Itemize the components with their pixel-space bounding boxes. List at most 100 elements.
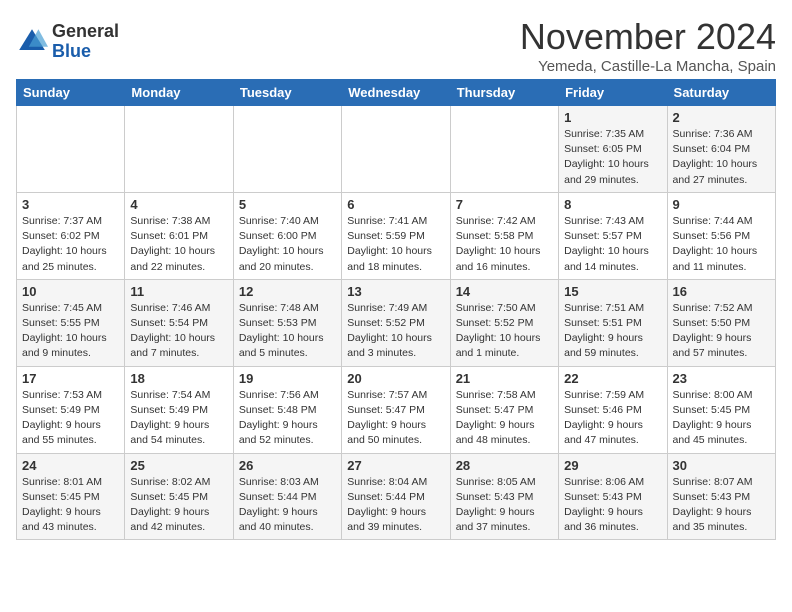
day-info: Sunrise: 8:02 AMSunset: 5:45 PMDaylight:…: [130, 475, 227, 536]
day-info: Sunrise: 7:57 AMSunset: 5:47 PMDaylight:…: [347, 388, 444, 449]
day-info: Sunrise: 8:00 AMSunset: 5:45 PMDaylight:…: [673, 388, 770, 449]
calendar-day-cell: 4 Sunrise: 7:38 AMSunset: 6:01 PMDaylight…: [125, 192, 233, 279]
calendar-day-cell: 11 Sunrise: 7:46 AMSunset: 5:54 PMDayligh…: [125, 279, 233, 366]
calendar-day-cell: 26 Sunrise: 8:03 AMSunset: 5:44 PMDayligh…: [233, 453, 341, 540]
calendar-day-cell: [17, 106, 125, 193]
day-number: 5: [239, 197, 336, 212]
day-number: 27: [347, 458, 444, 473]
day-info: Sunrise: 7:56 AMSunset: 5:48 PMDaylight:…: [239, 388, 336, 449]
calendar-day-cell: [450, 106, 558, 193]
calendar-day-cell: 30Sunrise: 8:07 AMSunset: 5:43 PMDayligh…: [667, 453, 775, 540]
location-subtitle: Yemeda, Castille-La Mancha, Spain: [520, 58, 776, 75]
calendar-day-cell: 15 Sunrise: 7:51 AMSunset: 5:51 PMDayligh…: [559, 279, 667, 366]
day-number: 4: [130, 197, 227, 212]
day-number: 18: [130, 371, 227, 386]
calendar-table: SundayMondayTuesdayWednesdayThursdayFrid…: [16, 79, 776, 540]
day-info: Sunrise: 8:01 AMSunset: 5:45 PMDaylight:…: [22, 475, 119, 536]
calendar-day-cell: 17 Sunrise: 7:53 AMSunset: 5:49 PMDayligh…: [17, 366, 125, 453]
day-number: 8: [564, 197, 661, 212]
calendar-day-cell: 8 Sunrise: 7:43 AMSunset: 5:57 PMDaylight…: [559, 192, 667, 279]
day-number: 2: [673, 110, 770, 125]
day-number: 7: [456, 197, 553, 212]
calendar-week-row: 3 Sunrise: 7:37 AMSunset: 6:02 PMDaylight…: [17, 192, 776, 279]
calendar-day-cell: 7 Sunrise: 7:42 AMSunset: 5:58 PMDaylight…: [450, 192, 558, 279]
day-number: 13: [347, 284, 444, 299]
calendar-day-cell: 27 Sunrise: 8:04 AMSunset: 5:44 PMDayligh…: [342, 453, 450, 540]
calendar-day-cell: 14 Sunrise: 7:50 AMSunset: 5:52 PMDayligh…: [450, 279, 558, 366]
calendar-day-cell: [342, 106, 450, 193]
day-number: 10: [22, 284, 119, 299]
day-number: 20: [347, 371, 444, 386]
day-info: Sunrise: 7:42 AMSunset: 5:58 PMDaylight:…: [456, 214, 553, 275]
day-number: 26: [239, 458, 336, 473]
weekday-header: Saturday: [667, 80, 775, 106]
calendar-day-cell: 13Sunrise: 7:49 AMSunset: 5:52 PMDayligh…: [342, 279, 450, 366]
day-info: Sunrise: 7:35 AMSunset: 6:05 PMDaylight:…: [564, 127, 661, 188]
day-info: Sunrise: 7:40 AMSunset: 6:00 PMDaylight:…: [239, 214, 336, 275]
day-info: Sunrise: 7:36 AMSunset: 6:04 PMDaylight:…: [673, 127, 770, 188]
day-info: Sunrise: 8:05 AMSunset: 5:43 PMDaylight:…: [456, 475, 553, 536]
calendar-day-cell: 18Sunrise: 7:54 AMSunset: 5:49 PMDayligh…: [125, 366, 233, 453]
calendar-day-cell: 19Sunrise: 7:56 AMSunset: 5:48 PMDayligh…: [233, 366, 341, 453]
month-title: November 2024: [520, 16, 776, 58]
day-number: 15: [564, 284, 661, 299]
weekday-header: Wednesday: [342, 80, 450, 106]
day-info: Sunrise: 7:46 AMSunset: 5:54 PMDaylight:…: [130, 301, 227, 362]
calendar-day-cell: 25Sunrise: 8:02 AMSunset: 5:45 PMDayligh…: [125, 453, 233, 540]
weekday-header: Thursday: [450, 80, 558, 106]
day-number: 12: [239, 284, 336, 299]
calendar-day-cell: 23 Sunrise: 8:00 AMSunset: 5:45 PMDayligh…: [667, 366, 775, 453]
calendar-day-cell: 28 Sunrise: 8:05 AMSunset: 5:43 PMDayligh…: [450, 453, 558, 540]
day-number: 30: [673, 458, 770, 473]
day-number: 11: [130, 284, 227, 299]
day-number: 16: [673, 284, 770, 299]
day-number: 23: [673, 371, 770, 386]
calendar-week-row: 17 Sunrise: 7:53 AMSunset: 5:49 PMDayligh…: [17, 366, 776, 453]
day-number: 21: [456, 371, 553, 386]
day-info: Sunrise: 7:58 AMSunset: 5:47 PMDaylight:…: [456, 388, 553, 449]
day-info: Sunrise: 7:38 AMSunset: 6:01 PMDaylight:…: [130, 214, 227, 275]
day-info: Sunrise: 7:43 AMSunset: 5:57 PMDaylight:…: [564, 214, 661, 275]
weekday-header: Tuesday: [233, 80, 341, 106]
page-header: General Blue November 2024 Yemeda, Casti…: [16, 16, 776, 75]
day-info: Sunrise: 8:03 AMSunset: 5:44 PMDaylight:…: [239, 475, 336, 536]
calendar-header-row: SundayMondayTuesdayWednesdayThursdayFrid…: [17, 80, 776, 106]
day-info: Sunrise: 8:04 AMSunset: 5:44 PMDaylight:…: [347, 475, 444, 536]
day-number: 6: [347, 197, 444, 212]
day-number: 3: [22, 197, 119, 212]
calendar-day-cell: 24 Sunrise: 8:01 AMSunset: 5:45 PMDayligh…: [17, 453, 125, 540]
calendar-week-row: 10 Sunrise: 7:45 AMSunset: 5:55 PMDayligh…: [17, 279, 776, 366]
calendar-day-cell: 3 Sunrise: 7:37 AMSunset: 6:02 PMDaylight…: [17, 192, 125, 279]
day-info: Sunrise: 7:45 AMSunset: 5:55 PMDaylight:…: [22, 301, 119, 362]
calendar-day-cell: [233, 106, 341, 193]
calendar-day-cell: 22Sunrise: 7:59 AMSunset: 5:46 PMDayligh…: [559, 366, 667, 453]
calendar-day-cell: [125, 106, 233, 193]
calendar-day-cell: 2 Sunrise: 7:36 AMSunset: 6:04 PMDaylight…: [667, 106, 775, 193]
logo-general: General: [52, 21, 119, 41]
day-number: 28: [456, 458, 553, 473]
day-number: 29: [564, 458, 661, 473]
day-number: 14: [456, 284, 553, 299]
calendar-day-cell: 12Sunrise: 7:48 AMSunset: 5:53 PMDayligh…: [233, 279, 341, 366]
logo-icon: [16, 26, 48, 58]
calendar-week-row: 1 Sunrise: 7:35 AMSunset: 6:05 PMDaylight…: [17, 106, 776, 193]
day-info: Sunrise: 7:37 AMSunset: 6:02 PMDaylight:…: [22, 214, 119, 275]
calendar-day-cell: 21 Sunrise: 7:58 AMSunset: 5:47 PMDayligh…: [450, 366, 558, 453]
day-number: 1: [564, 110, 661, 125]
calendar-day-cell: 6Sunrise: 7:41 AMSunset: 5:59 PMDaylight…: [342, 192, 450, 279]
day-info: Sunrise: 7:50 AMSunset: 5:52 PMDaylight:…: [456, 301, 553, 362]
day-number: 17: [22, 371, 119, 386]
weekday-header: Friday: [559, 80, 667, 106]
day-info: Sunrise: 7:51 AMSunset: 5:51 PMDaylight:…: [564, 301, 661, 362]
day-number: 9: [673, 197, 770, 212]
title-block: November 2024 Yemeda, Castille-La Mancha…: [520, 16, 776, 75]
calendar-day-cell: 5 Sunrise: 7:40 AMSunset: 6:00 PMDaylight…: [233, 192, 341, 279]
weekday-header: Monday: [125, 80, 233, 106]
day-info: Sunrise: 7:52 AMSunset: 5:50 PMDaylight:…: [673, 301, 770, 362]
day-number: 24: [22, 458, 119, 473]
calendar-day-cell: 1 Sunrise: 7:35 AMSunset: 6:05 PMDaylight…: [559, 106, 667, 193]
day-info: Sunrise: 7:53 AMSunset: 5:49 PMDaylight:…: [22, 388, 119, 449]
day-info: Sunrise: 8:06 AMSunset: 5:43 PMDaylight:…: [564, 475, 661, 536]
logo-blue: Blue: [52, 41, 91, 61]
calendar-day-cell: 9Sunrise: 7:44 AMSunset: 5:56 PMDaylight…: [667, 192, 775, 279]
